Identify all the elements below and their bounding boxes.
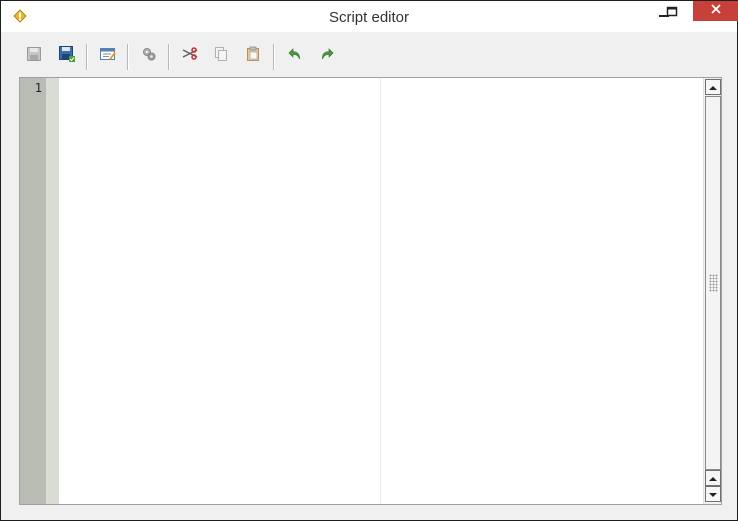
title-bar[interactable]: Script editor xyxy=(1,1,738,32)
maximize-icon xyxy=(666,5,678,23)
toolbar-separator xyxy=(86,44,88,70)
save-as-button[interactable] xyxy=(57,45,77,68)
scroll-up-button[interactable] xyxy=(705,79,721,95)
scrollbar-thumb[interactable] xyxy=(705,96,721,470)
arrow-up-icon xyxy=(709,78,717,96)
edit-script-icon xyxy=(99,46,117,67)
scroll-down-button[interactable] xyxy=(705,486,721,502)
undo-button[interactable] xyxy=(285,46,305,66)
line-number-gutter: 1 xyxy=(20,78,46,504)
toolbar-separator xyxy=(273,44,275,70)
vertical-scrollbar[interactable] xyxy=(703,78,721,504)
close-icon xyxy=(710,2,722,20)
edge-column-guide xyxy=(380,78,381,504)
gears-icon xyxy=(141,46,157,67)
save-icon xyxy=(26,46,42,67)
undo-arrow-icon xyxy=(288,47,302,66)
save-as-icon xyxy=(58,45,76,68)
toolbar-separator xyxy=(168,44,170,70)
code-editor[interactable]: 1 xyxy=(19,77,722,505)
toolbar-separator xyxy=(127,44,129,70)
paste-button[interactable] xyxy=(243,46,263,66)
maximize-button[interactable] xyxy=(657,1,687,27)
fold-margin[interactable] xyxy=(46,78,59,504)
scroll-up-button[interactable] xyxy=(705,470,721,486)
code-text-area[interactable] xyxy=(59,78,703,504)
save-button[interactable] xyxy=(24,46,44,66)
arrow-down-icon xyxy=(709,485,717,503)
line-number: 1 xyxy=(34,81,42,95)
close-button[interactable] xyxy=(693,1,738,21)
window-title: Script editor xyxy=(328,9,410,26)
paste-icon xyxy=(246,46,260,67)
script-editor-window: Script editor 1 xyxy=(0,0,738,521)
redo-arrow-icon xyxy=(320,47,334,66)
cut-button[interactable] xyxy=(180,46,200,66)
run-script-button[interactable] xyxy=(139,46,159,66)
redo-button[interactable] xyxy=(317,46,337,66)
editor-toolbar xyxy=(1,32,737,78)
copy-button[interactable] xyxy=(211,46,231,66)
copy-icon xyxy=(214,46,228,67)
grip-icon xyxy=(709,274,718,292)
scissors-icon xyxy=(181,46,199,66)
edit-script-button[interactable] xyxy=(98,46,118,66)
